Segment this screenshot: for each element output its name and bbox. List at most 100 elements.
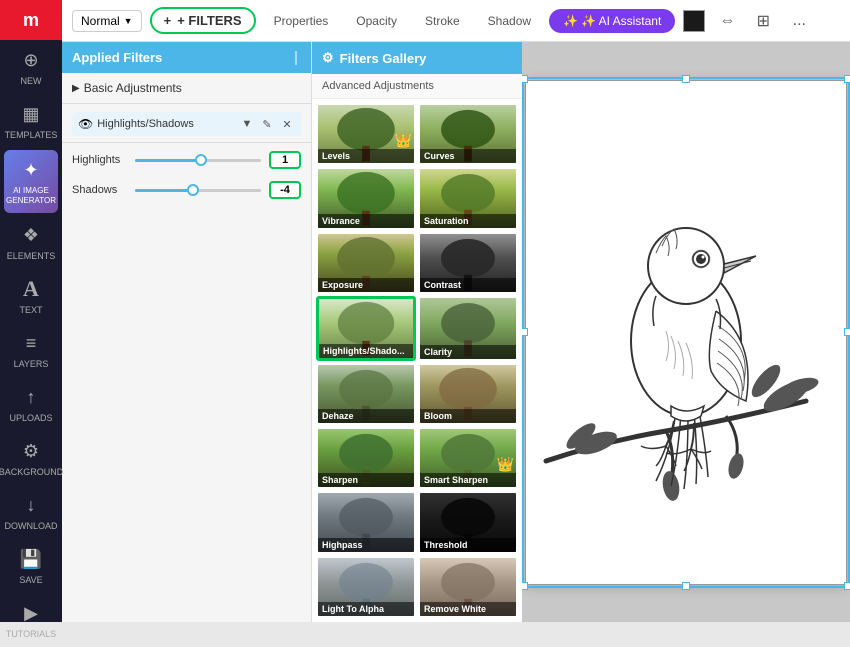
- sidebar-label-text: TEXT: [19, 305, 42, 315]
- dehaze-label: Dehaze: [318, 409, 414, 423]
- applied-filters-header-left: Applied Filters: [72, 50, 162, 65]
- sidebar-item-uploads[interactable]: ↑ UPLOADS: [0, 377, 62, 431]
- bloom-label: Bloom: [420, 409, 516, 423]
- ai-image-generator-icon: ✦: [19, 158, 43, 182]
- sidebar-item-tutorials[interactable]: ▶ TUTORIALS: [0, 593, 62, 647]
- text-icon: A: [19, 277, 43, 301]
- sidebar-label-tutorials: TUTORIALS: [6, 629, 56, 639]
- vibrance-label: Vibrance: [318, 214, 414, 228]
- clarity-label: Clarity: [420, 345, 516, 359]
- sidebar-label-new: NEW: [21, 76, 42, 86]
- sidebar-item-text[interactable]: A TEXT: [0, 269, 62, 323]
- shadow-button[interactable]: Shadow: [478, 10, 541, 32]
- background-icon: ⚙: [19, 439, 43, 463]
- sidebar-item-new[interactable]: ⊕ NEW: [0, 40, 62, 94]
- gallery-item-light-to-alpha[interactable]: Light To Alpha: [316, 556, 416, 618]
- shadows-label: Shadows: [72, 184, 127, 196]
- color-swatch[interactable]: [683, 10, 705, 32]
- hs-dropdown-icon[interactable]: ▼: [239, 116, 255, 132]
- uploads-icon: ↑: [19, 385, 43, 409]
- gallery-item-threshold[interactable]: Threshold: [418, 491, 518, 553]
- handle-bm[interactable]: [682, 582, 690, 590]
- sidebar-label-uploads: UPLOADS: [9, 413, 52, 423]
- sidebar-item-layers[interactable]: ≡ LAYERS: [0, 323, 62, 377]
- highlights-slider[interactable]: [135, 159, 261, 162]
- layers-icon: ≡: [19, 331, 43, 355]
- top-toolbar: Normal ▼ + + FILTERS Properties Opacity …: [62, 0, 850, 42]
- sidebar-item-elements[interactable]: ❖ ELEMENTS: [0, 215, 62, 269]
- handle-bl[interactable]: [522, 582, 528, 590]
- gallery-item-curves[interactable]: Curves: [418, 103, 518, 165]
- gallery-item-sharpen[interactable]: Sharpen: [316, 427, 416, 489]
- filters-button[interactable]: + + FILTERS: [150, 7, 256, 34]
- highlights-shadows-row: 👁 Highlights/Shadows ▼ ✎ ✕: [72, 112, 301, 136]
- properties-button[interactable]: Properties: [264, 10, 339, 32]
- ai-assistant-button[interactable]: ✨ ✨ AI Assistant: [549, 9, 675, 33]
- sidebar-item-templates[interactable]: ▦ TEMPLATES: [0, 94, 62, 148]
- filters-gallery-header: ⚙ Filters Gallery: [312, 42, 522, 74]
- new-icon: ⊕: [19, 48, 43, 72]
- main-content: Normal ▼ + + FILTERS Properties Opacity …: [62, 0, 850, 622]
- highlights-value[interactable]: 1: [269, 151, 301, 169]
- sidebar-item-background[interactable]: ⚙ BACKGROUND: [0, 431, 62, 485]
- gallery-subheader-label: Advanced Adjustments: [322, 80, 434, 92]
- sidebar-item-ai-image-generator[interactable]: ✦ AI IMAGE GENERATOR: [4, 150, 58, 213]
- sidebar-label-layers: LAYERS: [14, 359, 49, 369]
- filters-gallery-panel: ⚙ Filters Gallery Advanced Adjustments L…: [312, 42, 522, 622]
- curves-label: Curves: [420, 149, 516, 163]
- download-icon: ↓: [19, 493, 43, 517]
- gallery-title: Filters Gallery: [340, 51, 427, 66]
- threshold-label: Threshold: [420, 538, 516, 552]
- applied-filters-header: Applied Filters: [62, 42, 311, 73]
- crop-icon[interactable]: ⊞: [749, 7, 777, 35]
- saturation-label: Saturation: [420, 214, 516, 228]
- gallery-item-clarity[interactable]: Clarity: [418, 296, 518, 360]
- gallery-item-saturation[interactable]: Saturation: [418, 167, 518, 229]
- hs-edit-icon[interactable]: ✎: [259, 116, 275, 132]
- highlights-shadows-section: 👁 Highlights/Shadows ▼ ✎ ✕: [62, 104, 311, 143]
- sidebar-item-save[interactable]: 💾 SAVE: [0, 539, 62, 593]
- sidebar-label-save: SAVE: [19, 575, 42, 585]
- ai-assistant-emoji-icon: ✨: [563, 14, 578, 28]
- basic-adjustments-header[interactable]: ▶ Basic Adjustments: [72, 79, 301, 97]
- opacity-button[interactable]: Opacity: [346, 10, 407, 32]
- gallery-item-levels[interactable]: Levels 👑: [316, 103, 416, 165]
- left-sidebar: m ⊕ NEW ▦ TEMPLATES ✦ AI IMAGE GENERATOR…: [0, 0, 62, 622]
- gallery-item-smart-sharpen[interactable]: Smart Sharpen 👑: [418, 427, 518, 489]
- shadow-label: Shadow: [488, 14, 531, 28]
- smart-sharpen-label: Smart Sharpen: [420, 473, 516, 487]
- ai-assistant-label: ✨ AI Assistant: [581, 14, 661, 28]
- sidebar-item-download[interactable]: ↓ DOWNLOAD: [0, 485, 62, 539]
- gallery-item-dehaze[interactable]: Dehaze: [316, 363, 416, 425]
- gallery-item-exposure[interactable]: Exposure: [316, 232, 416, 294]
- canvas-area: [522, 42, 850, 622]
- sidebar-label-background: BACKGROUND: [0, 467, 63, 477]
- more-options-icon[interactable]: ...: [785, 7, 813, 35]
- shadows-slider[interactable]: [135, 189, 261, 192]
- panels-area: Applied Filters ▶ Basic Adjustments 👁 Hi…: [62, 42, 850, 622]
- highpass-label: Highpass: [318, 538, 414, 552]
- gallery-item-remove-white[interactable]: Remove White: [418, 556, 518, 618]
- remove-white-label: Remove White: [420, 602, 516, 616]
- levels-label: Levels: [318, 149, 414, 163]
- hs-close-icon[interactable]: ✕: [279, 116, 295, 132]
- gallery-item-highpass[interactable]: Highpass: [316, 491, 416, 553]
- panel-divider: [295, 51, 297, 65]
- highlights-label: Highlights: [72, 154, 127, 166]
- eye-icon: 👁: [78, 117, 93, 131]
- shadows-value[interactable]: -4: [269, 181, 301, 199]
- align-icon[interactable]: ⇔: [713, 7, 741, 35]
- mode-chevron-icon: ▼: [124, 16, 133, 26]
- stroke-button[interactable]: Stroke: [415, 10, 470, 32]
- gallery-item-contrast[interactable]: Contrast: [418, 232, 518, 294]
- gallery-item-highlights-shadows[interactable]: Highlights/Shado...: [316, 296, 416, 360]
- canvas-container: [525, 80, 847, 585]
- mode-dropdown[interactable]: Normal ▼: [72, 10, 142, 32]
- gallery-item-vibrance[interactable]: Vibrance: [316, 167, 416, 229]
- filters-plus-icon: +: [164, 13, 172, 28]
- highlights-shadows-label: Highlights/Shadows: [97, 118, 235, 130]
- sidebar-label-ai: AI IMAGE GENERATOR: [6, 186, 56, 205]
- properties-label: Properties: [274, 14, 329, 28]
- handle-br[interactable]: [844, 582, 850, 590]
- gallery-item-bloom[interactable]: Bloom: [418, 363, 518, 425]
